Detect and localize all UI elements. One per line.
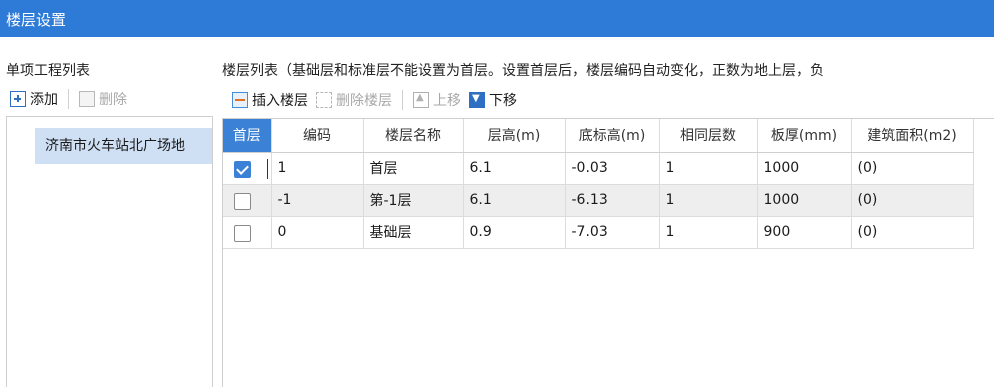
project-item[interactable]: 济南市火车站北广场地 (35, 128, 212, 164)
toolbar-divider (402, 90, 403, 110)
area-cell[interactable]: (0) (851, 216, 974, 249)
slab-thickness-cell[interactable]: 1000 (757, 152, 852, 185)
add-project-label: 添加 (30, 92, 58, 108)
height-cell[interactable]: 6.1 (463, 184, 566, 217)
move-down-label: 下移 (489, 93, 517, 109)
floor-toolbar: 插入楼层 删除楼层 上移 下移 (228, 86, 994, 114)
toolbar-divider (68, 89, 69, 109)
delete-project-button[interactable]: 删除 (75, 86, 131, 112)
column-header[interactable]: 楼层名称 (363, 119, 464, 153)
base-elevation-cell[interactable]: -7.03 (565, 216, 660, 249)
slab-thickness-cell[interactable]: 900 (757, 216, 852, 249)
code-cell[interactable]: 0 (271, 216, 364, 249)
table-header-row: 首层 编码 楼层名称 层高(m) 底标高(m) 相同层数 板厚(mm) 建筑面积… (223, 119, 974, 153)
plus-icon (10, 91, 26, 107)
first-floor-cell[interactable] (223, 184, 272, 217)
name-cell[interactable]: 首层 (363, 152, 464, 185)
column-header[interactable]: 首层 (223, 119, 272, 153)
base-elevation-cell[interactable]: -6.13 (565, 184, 660, 217)
column-header[interactable]: 层高(m) (463, 119, 566, 153)
first-floor-cell[interactable] (223, 152, 272, 185)
first-floor-checkbox[interactable] (234, 192, 251, 210)
arrow-down-icon (469, 92, 485, 108)
floor-table: 首层 编码 楼层名称 层高(m) 底标高(m) 相同层数 板厚(mm) 建筑面积… (222, 118, 994, 387)
table-row[interactable]: 1 首层 6.1 -0.03 1 1000 (0) (223, 152, 974, 185)
delete-icon (79, 91, 95, 107)
same-count-cell[interactable]: 1 (659, 216, 758, 249)
column-header[interactable]: 相同层数 (659, 119, 758, 153)
delete-project-label: 删除 (99, 92, 127, 108)
text-cursor (267, 158, 268, 179)
base-elevation-cell[interactable]: -0.03 (565, 152, 660, 185)
insert-floor-button[interactable]: 插入楼层 (228, 87, 312, 113)
delete-row-icon (316, 92, 332, 108)
move-down-button[interactable]: 下移 (465, 87, 521, 113)
project-list: 济南市火车站北广场地 (6, 116, 213, 387)
first-floor-checkbox[interactable] (234, 160, 251, 178)
floor-list-header: 楼层列表（基础层和标准层不能设置为首层。设置首层后，楼层编码自动变化，正数为地上… (222, 63, 824, 79)
column-header[interactable]: 板厚(mm) (757, 119, 852, 153)
same-count-cell[interactable]: 1 (659, 184, 758, 217)
table-row[interactable]: 0 基础层 0.9 -7.03 1 900 (0) (223, 216, 974, 249)
window-title: 楼层设置 (6, 11, 67, 29)
insert-row-icon (232, 92, 248, 108)
same-count-cell[interactable]: 1 (659, 152, 758, 185)
name-cell[interactable]: 基础层 (363, 216, 464, 249)
height-cell[interactable]: 6.1 (463, 152, 566, 185)
column-header[interactable]: 编码 (271, 119, 364, 153)
delete-floor-label: 删除楼层 (336, 93, 392, 109)
code-cell[interactable]: -1 (271, 184, 364, 217)
first-floor-checkbox[interactable] (234, 224, 251, 242)
slab-thickness-cell[interactable]: 1000 (757, 184, 852, 217)
table-row[interactable]: -1 第-1层 6.1 -6.13 1 1000 (0) (223, 184, 974, 217)
first-floor-cell[interactable] (223, 216, 272, 249)
move-up-button[interactable]: 上移 (409, 87, 465, 113)
project-toolbar: 添加 删除 (6, 84, 212, 114)
move-up-label: 上移 (433, 93, 461, 109)
title-bar: 楼层设置 (0, 0, 994, 37)
name-cell[interactable]: 第-1层 (363, 184, 464, 217)
project-list-header: 单项工程列表 (6, 63, 90, 79)
column-header[interactable]: 底标高(m) (565, 119, 660, 153)
code-cell[interactable]: 1 (271, 152, 364, 185)
height-cell[interactable]: 0.9 (463, 216, 566, 249)
area-cell[interactable]: (0) (851, 152, 974, 185)
delete-floor-button[interactable]: 删除楼层 (312, 87, 396, 113)
column-header[interactable]: 建筑面积(m2) (851, 119, 974, 153)
arrow-up-icon (413, 92, 429, 108)
area-cell[interactable]: (0) (851, 184, 974, 217)
add-project-button[interactable]: 添加 (6, 86, 62, 112)
insert-floor-label: 插入楼层 (252, 93, 308, 109)
